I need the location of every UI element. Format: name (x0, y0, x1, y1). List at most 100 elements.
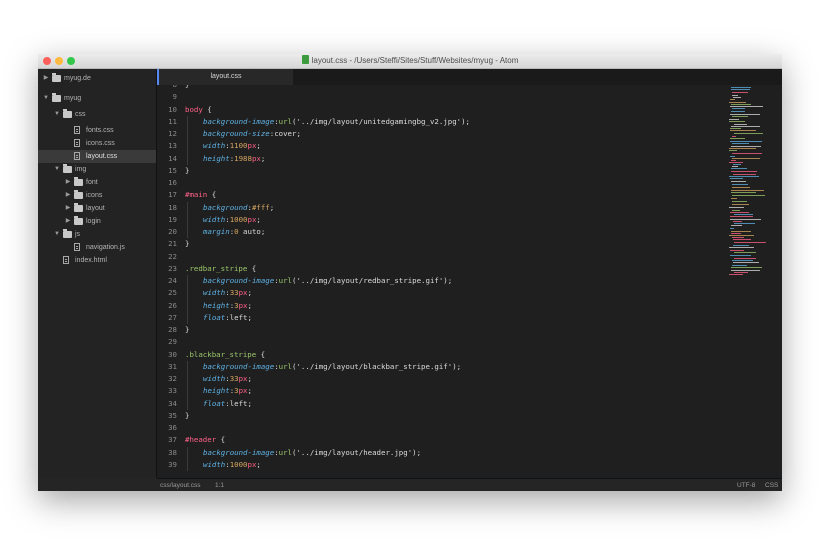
code-text: float:left; (203, 398, 252, 410)
minimap-line (731, 126, 760, 127)
line-number: 36 (168, 423, 177, 432)
chevron-right-icon[interactable]: ▶ (42, 72, 50, 85)
tree-item-icons-css[interactable]: icons.css (38, 137, 156, 150)
code-text: margin:0 auto; (203, 226, 265, 238)
tree-item-layout[interactable]: ▶ layout (38, 202, 156, 215)
code-token-punct: { (216, 435, 226, 445)
code-editor[interactable]: 8}910body {11background-image:url('../im… (157, 85, 725, 473)
minimap-line (732, 204, 749, 205)
line-number: 25 (168, 288, 177, 298)
minimap-line (730, 212, 749, 213)
minimap-line (732, 143, 749, 144)
minimap-line (729, 119, 739, 120)
tree-item-login[interactable]: ▶ login (38, 215, 156, 228)
tree-item-css[interactable]: ▼ css (38, 108, 156, 121)
code-line: 20 margin:0 auto; (157, 226, 725, 239)
code-line: 36 (157, 422, 725, 434)
tree-item-label: myug (64, 95, 82, 102)
code-token-punct: ; (247, 288, 252, 298)
minimap-line (731, 87, 751, 88)
indent-guide (187, 311, 188, 324)
indent-guide (187, 201, 188, 214)
code-token-unit: px (238, 374, 248, 383)
line-number: 26 (168, 300, 177, 310)
minimap[interactable] (726, 85, 782, 473)
code-text: height:3px; (203, 385, 252, 397)
code-line: 9 (157, 91, 725, 103)
code-text: float:left; (203, 312, 252, 324)
file-icon (74, 139, 80, 147)
status-bar-left (38, 478, 157, 491)
minimap-line (732, 237, 744, 238)
minimap-line (730, 156, 735, 157)
code-token-func: url (278, 447, 293, 457)
status-encoding[interactable]: UTF-8 (737, 479, 755, 491)
tree-item-navigation-js[interactable]: navigation.js (38, 241, 156, 254)
status-cursor-position[interactable]: 1:1 (215, 479, 224, 491)
chevron-down-icon[interactable]: ▼ (53, 163, 61, 176)
tree-item-img[interactable]: ▼ img (38, 163, 156, 176)
code-token-func: url (278, 116, 293, 126)
minimap-line (729, 121, 745, 122)
line-number: 30 (168, 349, 177, 359)
tree-item-js[interactable]: ▼ js (38, 228, 156, 241)
minimap-line (731, 233, 741, 234)
code-text: background:#fff; (203, 202, 274, 214)
minimap-line (734, 214, 753, 215)
code-text: width:1100px; (203, 140, 261, 152)
minimap-line (729, 235, 754, 236)
tree-item-layout-css[interactable]: layout.css (38, 150, 156, 163)
minimap-line (731, 190, 764, 191)
code-token-unit: px (238, 300, 248, 310)
tree-item-fonts-css[interactable]: fonts.css (38, 124, 156, 137)
chevron-down-icon[interactable]: ▼ (42, 92, 50, 105)
code-token-text: auto; (238, 227, 266, 236)
line-number: 16 (168, 178, 177, 187)
minimap-line (732, 153, 762, 154)
line-number: 39 (168, 459, 177, 469)
chevron-right-icon[interactable]: ▶ (64, 215, 72, 228)
status-grammar[interactable]: CSS (765, 479, 778, 491)
chevron-down-icon[interactable]: ▼ (53, 228, 61, 241)
code-token-property: background (203, 202, 248, 212)
minimap-line (732, 108, 745, 109)
code-token-property: height (203, 153, 230, 163)
minimap-line (731, 267, 762, 268)
line-number: 20 (168, 227, 177, 236)
indent-guide (187, 287, 188, 300)
code-token-number: #fff (251, 202, 270, 212)
tree-item-myug[interactable]: ▼ myug (38, 92, 156, 105)
status-bar: css/layout.css 1:1 UTF-8 CSS (157, 478, 782, 491)
code-line: 32 width:33px; (157, 373, 725, 386)
code-token-number: 1000 (229, 459, 248, 469)
tree-item-label: css (75, 111, 86, 118)
minimap-line (731, 171, 757, 172)
minimap-line (729, 274, 743, 275)
code-token-text: ('../img/layout/header.jpg'); (292, 447, 422, 457)
chevron-right-icon[interactable]: ▶ (64, 189, 72, 202)
minimap-line (732, 260, 753, 261)
chevron-right-icon[interactable]: ▶ (64, 176, 72, 189)
tree-item-label: layout (86, 205, 105, 212)
tree-item-label: layout.css (86, 153, 118, 160)
code-token-text: ('../img/layout/unitedgamingbg_v2.jpg'); (292, 116, 470, 126)
minimap-line (732, 136, 736, 137)
minimap-line (732, 116, 748, 117)
code-token-selector: body (185, 104, 203, 114)
tree-item-myug-de[interactable]: ▶ myug.de (38, 72, 156, 85)
tree-item-font[interactable]: ▶ font (38, 176, 156, 189)
tab-layout-css[interactable]: layout.css (157, 69, 293, 85)
code-line: 30 .blackbar_stripe { (157, 349, 725, 361)
minimap-line (732, 158, 760, 159)
minimap-line (733, 262, 759, 263)
chevron-down-icon[interactable]: ▼ (53, 108, 61, 121)
code-line: 17 #main { (157, 189, 725, 201)
minimap-line (731, 181, 746, 182)
tree-view: ▶ myug.de ▼ myug ▼ css fonts.css icons.css layou… (38, 69, 157, 478)
code-line: 34 float:left; (157, 397, 725, 410)
status-file-path[interactable]: css/layout.css (160, 479, 200, 491)
tree-item-icons[interactable]: ▶ icons (38, 189, 156, 202)
tree-item-index-html[interactable]: index.html (38, 254, 156, 267)
chevron-right-icon[interactable]: ▶ (64, 202, 72, 215)
minimap-line (732, 95, 738, 96)
